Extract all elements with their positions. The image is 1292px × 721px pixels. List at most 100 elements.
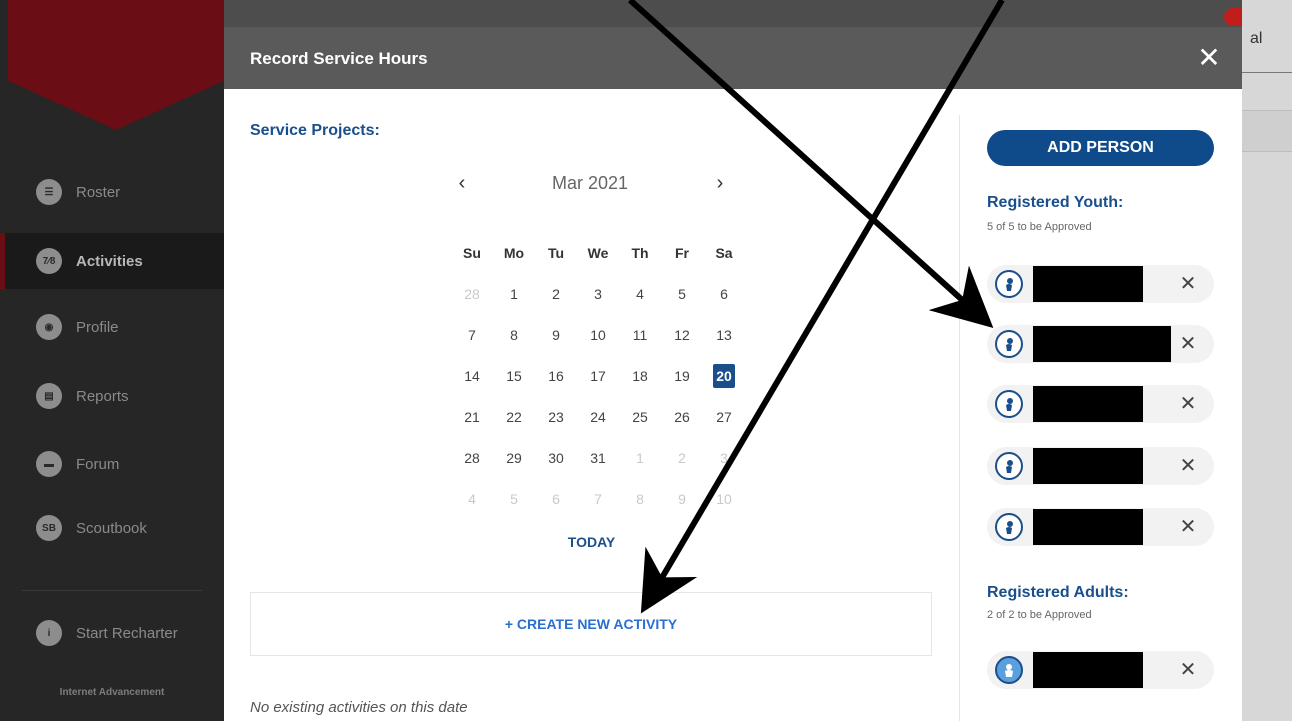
- sidebar-item-label: Profile: [76, 318, 119, 336]
- calendar-day[interactable]: 9: [535, 314, 577, 355]
- calendar-day-selected[interactable]: 20: [703, 355, 745, 396]
- youth-person-chip: ✕: [987, 508, 1214, 546]
- sidebar-item-forum[interactable]: ▬ Forum: [0, 436, 224, 492]
- calendar-day[interactable]: 8: [493, 314, 535, 355]
- calendar-day[interactable]: 14: [451, 355, 493, 396]
- registered-youth-subtitle: 5 of 5 to be Approved: [987, 221, 1092, 233]
- calendar-day[interactable]: 2: [661, 437, 703, 478]
- registered-adults-title: Registered Adults:: [987, 584, 1129, 601]
- chevron-right-icon[interactable]: ›: [708, 172, 732, 196]
- create-activity-box: + CREATE NEW ACTIVITY: [250, 592, 932, 656]
- close-icon[interactable]: ✕: [1177, 273, 1199, 295]
- background-text-fragment: al: [1250, 30, 1263, 47]
- sidebar-item-label: Scoutbook: [76, 519, 147, 537]
- close-icon[interactable]: ✕: [1177, 455, 1199, 477]
- calendar-day[interactable]: 6: [535, 478, 577, 519]
- close-icon[interactable]: ✕: [1177, 659, 1199, 681]
- redacted-name: [1033, 652, 1143, 688]
- chevron-left-icon[interactable]: ‹: [450, 172, 474, 196]
- calendar-day[interactable]: 28: [451, 273, 493, 314]
- youth-avatar-icon: [995, 390, 1023, 418]
- calendar-day[interactable]: 11: [619, 314, 661, 355]
- sidebar-item-roster[interactable]: ☰ Roster: [0, 164, 224, 220]
- adult-person-chip: ✕: [987, 651, 1214, 689]
- panel-divider: [959, 115, 960, 721]
- calendar-day[interactable]: 7: [451, 314, 493, 355]
- redacted-name: [1033, 326, 1171, 362]
- calendar-day[interactable]: 7: [577, 478, 619, 519]
- sidebar-item-activities[interactable]: 7⁄8 Activities: [0, 233, 224, 289]
- modal-title: Record Service Hours: [250, 49, 428, 68]
- calendar-day[interactable]: 29: [493, 437, 535, 478]
- calendar-day[interactable]: 25: [619, 396, 661, 437]
- info-icon: i: [36, 620, 62, 646]
- calendar-day[interactable]: 4: [451, 478, 493, 519]
- calendar-day[interactable]: 1: [493, 273, 535, 314]
- calendar-day[interactable]: 12: [661, 314, 703, 355]
- calendar-day[interactable]: 9: [661, 478, 703, 519]
- list-icon: ☰: [36, 179, 62, 205]
- redacted-name: [1033, 266, 1143, 302]
- calendar-day[interactable]: 18: [619, 355, 661, 396]
- create-new-activity-button[interactable]: + CREATE NEW ACTIVITY: [505, 616, 677, 632]
- calendar-day[interactable]: 8: [619, 478, 661, 519]
- background-band: [1242, 110, 1292, 152]
- redacted-name: [1033, 448, 1143, 484]
- calendar-day[interactable]: 16: [535, 355, 577, 396]
- calendar-month-label: Mar 2021: [551, 173, 629, 193]
- calendar-day[interactable]: 23: [535, 396, 577, 437]
- adult-avatar-icon: [995, 656, 1023, 684]
- calendar-day[interactable]: 17: [577, 355, 619, 396]
- calendar-day[interactable]: 15: [493, 355, 535, 396]
- calendar-day[interactable]: 30: [535, 437, 577, 478]
- youth-avatar-icon: [995, 452, 1023, 480]
- close-icon[interactable]: ✕: [1196, 44, 1222, 72]
- weekday-header: Sa: [715, 244, 733, 261]
- youth-avatar-icon: [995, 270, 1023, 298]
- today-button[interactable]: TODAY: [554, 534, 629, 550]
- start-recharter-button[interactable]: i Start Recharter: [0, 605, 224, 661]
- weekday-header: Tu: [547, 244, 565, 261]
- calendar-day[interactable]: 26: [661, 396, 703, 437]
- weekday-header: Su: [463, 244, 481, 261]
- calendar-day[interactable]: 21: [451, 396, 493, 437]
- sidebar-item-label: Start Recharter: [76, 624, 178, 642]
- activities-icon: 7⁄8: [36, 248, 62, 274]
- sidebar-item-label: Activities: [76, 252, 143, 270]
- calendar-day[interactable]: 1: [619, 437, 661, 478]
- calendar-day[interactable]: 5: [493, 478, 535, 519]
- sidebar-item-reports[interactable]: ▤ Reports: [0, 368, 224, 424]
- calendar-day[interactable]: 27: [703, 396, 745, 437]
- calendar-day[interactable]: 13: [703, 314, 745, 355]
- calendar-day[interactable]: 2: [535, 273, 577, 314]
- calendar-day[interactable]: 3: [577, 273, 619, 314]
- youth-avatar-icon: [995, 330, 1023, 358]
- calendar-day[interactable]: 3: [703, 437, 745, 478]
- calendar-day[interactable]: 5: [661, 273, 703, 314]
- calendar-day[interactable]: 10: [577, 314, 619, 355]
- sidebar-footer: Internet Advancement: [59, 687, 165, 698]
- sidebar-item-label: Forum: [76, 455, 120, 473]
- sidebar-item-profile[interactable]: ◉ Profile: [0, 299, 224, 355]
- weekday-header: Mo: [503, 244, 525, 261]
- close-icon[interactable]: ✕: [1177, 516, 1199, 538]
- modal-header: Record Service Hours ✕: [224, 27, 1242, 89]
- sidebar-item-label: Roster: [76, 183, 121, 201]
- calendar-day[interactable]: 24: [577, 396, 619, 437]
- calendar-day[interactable]: 28: [451, 437, 493, 478]
- sidebar-item-scoutbook[interactable]: SB Scoutbook: [0, 500, 224, 556]
- calendar-day[interactable]: 10: [703, 478, 745, 519]
- record-service-hours-modal: Record Service Hours ✕ Service Projects:…: [224, 27, 1242, 721]
- calendar-day[interactable]: 22: [493, 396, 535, 437]
- calendar-day[interactable]: 31: [577, 437, 619, 478]
- calendar-day[interactable]: 19: [661, 355, 703, 396]
- add-person-button[interactable]: ADD PERSON: [987, 130, 1214, 166]
- calendar-day[interactable]: 6: [703, 273, 745, 314]
- youth-person-chip: ✕: [987, 325, 1214, 363]
- calendar-day[interactable]: 4: [619, 273, 661, 314]
- sidebar-item-label: Reports: [76, 387, 129, 405]
- sidebar-divider: [22, 590, 202, 591]
- weekday-header: We: [587, 244, 609, 261]
- close-icon[interactable]: ✕: [1177, 333, 1199, 355]
- close-icon[interactable]: ✕: [1177, 393, 1199, 415]
